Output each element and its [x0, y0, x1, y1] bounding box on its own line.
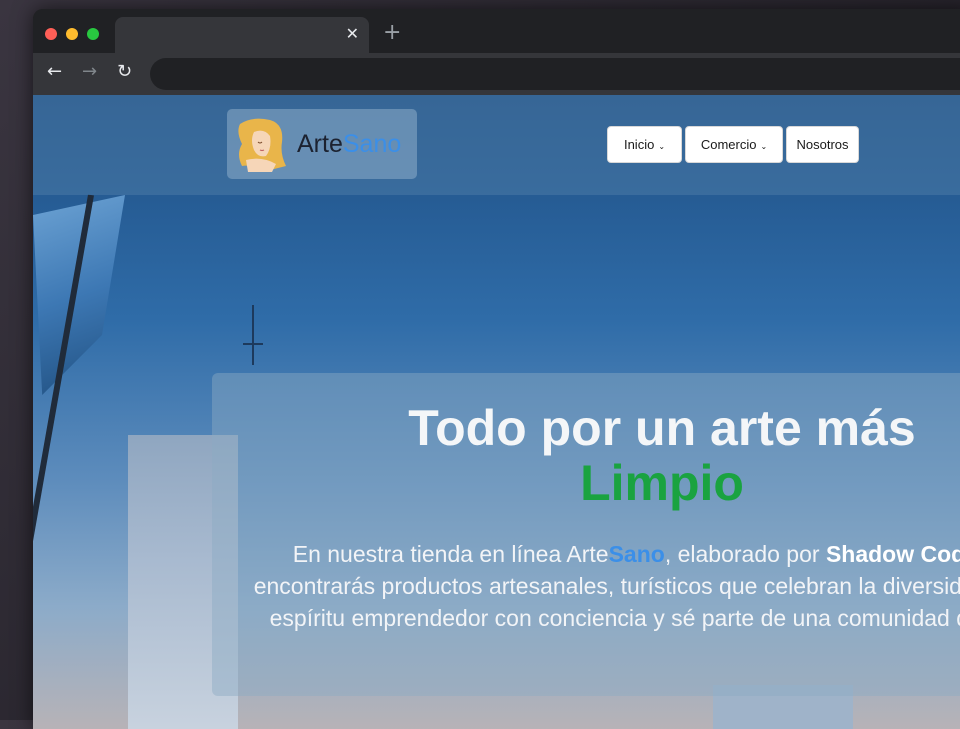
maximize-window-dot[interactable]: [87, 28, 100, 40]
chevron-down-icon: ⌄: [760, 142, 768, 151]
new-tab-icon[interactable]: +: [383, 22, 401, 44]
hero-card: Todo por un arte más Limpio En nuestra t…: [212, 373, 960, 696]
cross-decoration: [252, 305, 254, 365]
reload-icon[interactable]: ↻: [117, 62, 132, 82]
nav-inicio-dropdown[interactable]: Inicio ⌄: [607, 126, 682, 163]
nav-nosotros-link[interactable]: Nosotros: [786, 126, 859, 163]
nav-nosotros-label: Nosotros: [796, 137, 849, 152]
hero-title-highlight: Limpio: [580, 455, 744, 511]
nav-inicio-label: Inicio: [623, 137, 655, 152]
site-header: ArteSano Inicio ⌄ Comercio ⌄ Nosotros: [33, 95, 960, 195]
hero-text-part1: En nuestra tienda en línea Arte: [292, 541, 609, 567]
logo-text-accent: Sano: [342, 130, 402, 158]
hero-text-brand-accent: Sano: [608, 541, 665, 567]
back-arrow-icon[interactable]: ←: [47, 62, 62, 82]
close-window-dot[interactable]: [45, 28, 57, 40]
hero-description: En nuestra tienda en línea ArteSano, ela…: [242, 538, 960, 634]
browser-window: ✕ + ← → ↻ ArteSano Inicio ⌄ Comercio ⌄ N…: [33, 9, 960, 729]
forward-arrow-icon[interactable]: →: [82, 62, 97, 82]
hero-text-team-name: Shadow Coding Gang: [825, 541, 960, 567]
nav-comercio-label: Comercio: [700, 137, 757, 152]
browser-toolbar: ← → ↻: [33, 53, 960, 95]
venus-logo-icon: [238, 118, 286, 172]
logo-wordmark: ArteSano: [297, 129, 401, 159]
minimize-window-dot[interactable]: [66, 28, 79, 40]
page-viewport: ArteSano Inicio ⌄ Comercio ⌄ Nosotros Todo…: [33, 95, 960, 729]
window-controls: [45, 25, 103, 44]
hero-title-line1: Todo por un arte más: [408, 400, 916, 456]
nav-comercio-dropdown[interactable]: Comercio ⌄: [685, 126, 783, 163]
tab-bar: ✕ +: [33, 9, 960, 53]
chevron-down-icon: ⌄: [658, 142, 666, 151]
logo-text-prefix: Arte: [297, 130, 343, 158]
hero-title: Todo por un arte más Limpio: [212, 401, 960, 511]
cross-bar-decoration: [243, 343, 263, 345]
hero-text-part2: , elaborado por: [664, 541, 826, 567]
address-bar[interactable]: [150, 58, 960, 90]
browser-tab[interactable]: ✕: [115, 17, 369, 53]
site-logo[interactable]: ArteSano: [227, 109, 417, 179]
close-tab-icon[interactable]: ✕: [346, 24, 359, 44]
